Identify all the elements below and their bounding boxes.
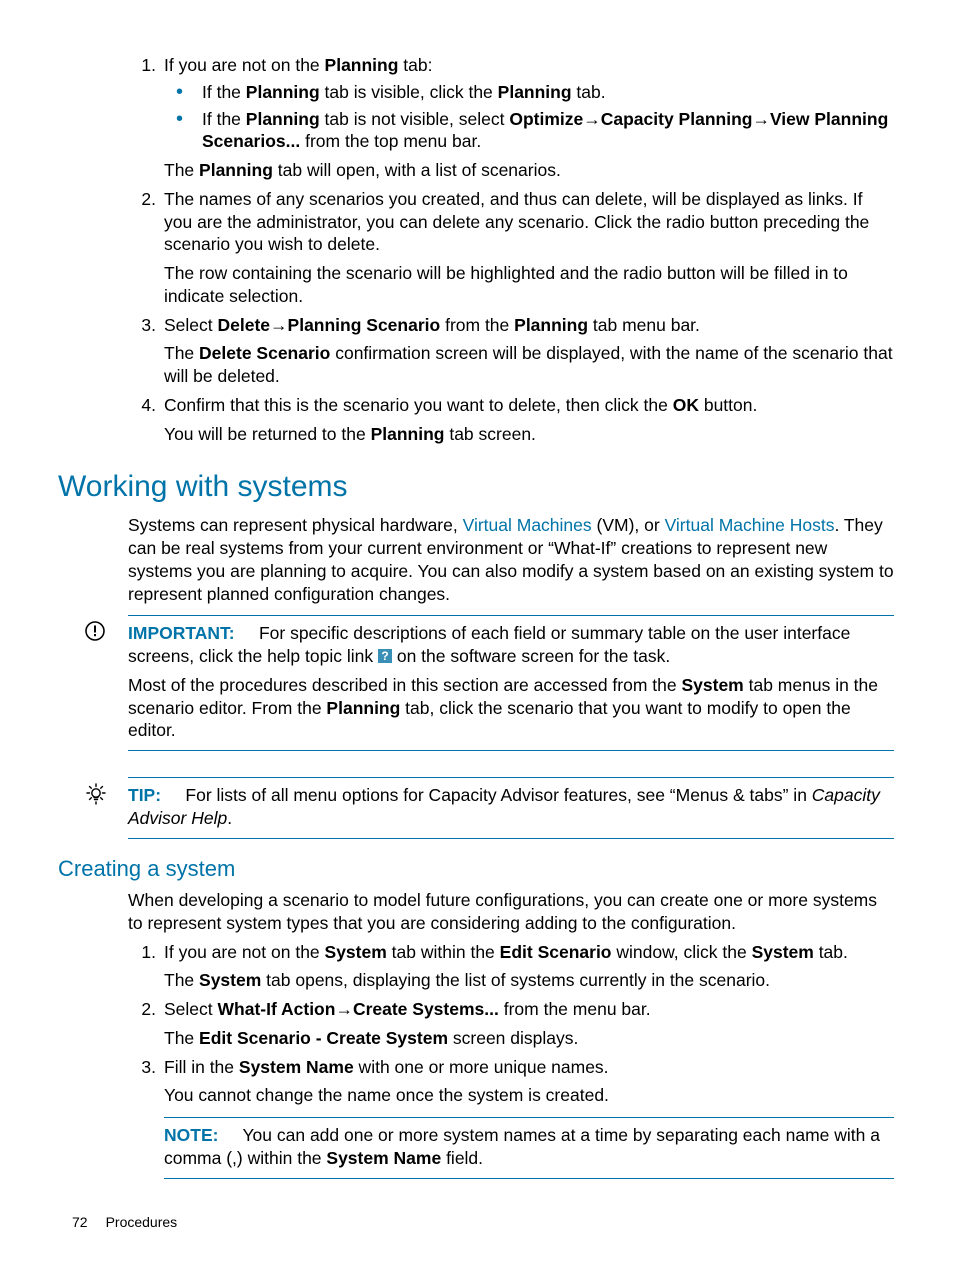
bullet-planning-not-visible: If the Planning tab is not visible, sele…	[164, 108, 894, 154]
step-result: The System tab opens, displaying the lis…	[164, 969, 894, 992]
procedure-delete-scenario: 1. If you are not on the Planning tab: I…	[72, 54, 894, 445]
step-text: If you are not on the Planning tab:	[164, 55, 432, 75]
step-number: 2.	[128, 998, 156, 1021]
help-icon: ?	[378, 649, 392, 663]
step-number: 1.	[128, 941, 156, 964]
step-2: 2. The names of any scenarios you create…	[128, 188, 894, 308]
step-number: 1.	[128, 54, 156, 77]
step-number: 4.	[128, 394, 156, 417]
tip-icon	[84, 782, 114, 806]
step-3: 3. Select Delete→Planning Scenario from …	[128, 314, 894, 388]
step-3: 3. Fill in the System Name with one or m…	[128, 1056, 894, 1179]
important-callout: IMPORTANT: For specific descriptions of …	[128, 615, 894, 751]
step-text: Select What-If Action→Create Systems... …	[164, 999, 651, 1019]
step-result: The Delete Scenario confirmation screen …	[164, 342, 894, 388]
step-number: 2.	[128, 188, 156, 211]
step-2: 2. Select What-If Action→Create Systems.…	[128, 998, 894, 1050]
step-result: You will be returned to the Planning tab…	[164, 423, 894, 446]
step-result: The Planning tab will open, with a list …	[164, 159, 894, 182]
step-text: If you are not on the System tab within …	[164, 942, 848, 962]
sub-bullets: If the Planning tab is visible, click th…	[164, 81, 894, 153]
note-label: NOTE:	[164, 1125, 218, 1145]
link-virtual-machines[interactable]: Virtual Machines	[463, 515, 592, 535]
step-text: Fill in the System Name with one or more…	[164, 1057, 609, 1077]
note-text: You can add one or more system names at …	[164, 1125, 880, 1168]
important-extra: Most of the procedures described in this…	[128, 674, 894, 742]
heading-working-with-systems: Working with systems	[58, 467, 894, 506]
step-4: 4. Confirm that this is the scenario you…	[128, 394, 894, 446]
step-result: The row containing the scenario will be …	[164, 262, 894, 308]
heading-creating-a-system: Creating a system	[58, 855, 894, 884]
section-name: Procedures	[106, 1214, 178, 1230]
page-number: 72	[72, 1214, 88, 1230]
step-text: Select Delete→Planning Scenario from the…	[164, 315, 700, 335]
step-1: 1. If you are not on the Planning tab: I…	[128, 54, 894, 182]
bullet-planning-visible: If the Planning tab is visible, click th…	[164, 81, 894, 104]
step-number: 3.	[128, 1056, 156, 1079]
step-text: Confirm that this is the scenario you wa…	[164, 395, 757, 415]
page-footer: 72 Procedures	[72, 1213, 177, 1231]
procedure-create-system: 1. If you are not on the System tab with…	[72, 941, 894, 1179]
document-page: 1. If you are not on the Planning tab: I…	[0, 0, 954, 1271]
step-result: You cannot change the name once the syst…	[164, 1084, 894, 1107]
tip-text: For lists of all menu options for Capaci…	[128, 785, 880, 828]
tip-callout: TIP: For lists of all menu options for C…	[128, 777, 894, 839]
important-label: IMPORTANT:	[128, 623, 235, 643]
note-callout: NOTE: You can add one or more system nam…	[164, 1117, 894, 1179]
important-icon	[84, 620, 114, 642]
step-result: The Edit Scenario - Create System screen…	[164, 1027, 894, 1050]
important-text: For specific descriptions of each field …	[128, 623, 850, 666]
step-text: The names of any scenarios you created, …	[164, 188, 894, 256]
link-virtual-machine-hosts[interactable]: Virtual Machine Hosts	[665, 515, 835, 535]
creating-intro: When developing a scenario to model futu…	[128, 889, 894, 935]
step-1: 1. If you are not on the System tab with…	[128, 941, 894, 993]
tip-label: TIP:	[128, 785, 161, 805]
intro-paragraph: Systems can represent physical hardware,…	[128, 514, 894, 605]
step-number: 3.	[128, 314, 156, 337]
